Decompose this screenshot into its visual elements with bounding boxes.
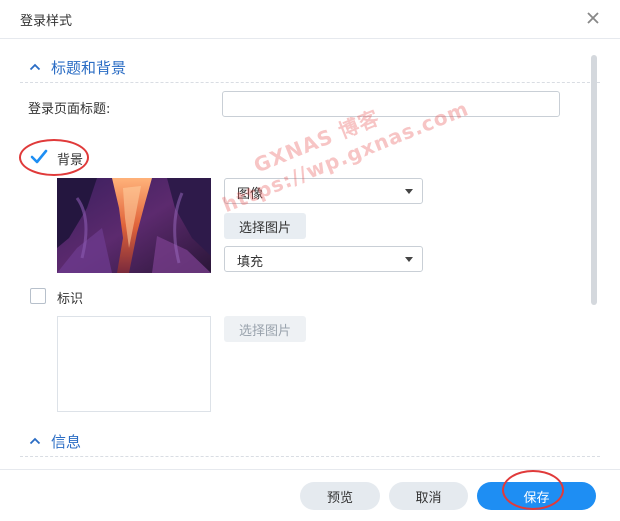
watermark-line1: GXNAS 博客 (250, 105, 383, 178)
background-checkbox[interactable] (30, 149, 48, 165)
scrollbar[interactable] (591, 55, 597, 305)
section-title-background[interactable]: 标题和背景 (20, 54, 600, 83)
caret-down-icon (405, 257, 413, 262)
close-icon[interactable] (584, 9, 602, 27)
logo-thumbnail (57, 316, 211, 412)
background-fill-select[interactable]: 填充 (224, 246, 423, 272)
dialog-titlebar: 登录样式 (0, 0, 620, 39)
background-label: 背景 (57, 153, 84, 168)
login-title-input[interactable] (222, 91, 560, 117)
login-title-label: 登录页面标题: (28, 102, 111, 117)
dialog-title: 登录样式 (20, 14, 73, 29)
logo-checkbox[interactable] (30, 288, 46, 304)
login-style-dialog: 登录样式 标题和背景 登录页面标题: 背景 图像 选择图片 填充 标识 选择图片… (0, 0, 620, 521)
background-type-select[interactable]: 图像 (224, 178, 423, 204)
dialog-footer: 预览 取消 保存 (0, 469, 620, 521)
chevron-up-icon (29, 435, 41, 447)
background-thumbnail (57, 178, 211, 273)
background-choose-image-button[interactable]: 选择图片 (224, 213, 306, 239)
background-fill-value: 填充 (237, 255, 264, 270)
section-label: 标题和背景 (51, 59, 127, 77)
caret-down-icon (405, 189, 413, 194)
chevron-up-icon (29, 61, 41, 73)
section-label: 信息 (51, 433, 82, 451)
background-type-value: 图像 (237, 187, 264, 202)
logo-label: 标识 (57, 292, 84, 307)
logo-choose-image-button[interactable]: 选择图片 (224, 316, 306, 342)
cancel-button[interactable]: 取消 (389, 482, 468, 510)
section-info[interactable]: 信息 (20, 428, 600, 457)
preview-button[interactable]: 预览 (300, 482, 380, 510)
save-button[interactable]: 保存 (477, 482, 596, 510)
